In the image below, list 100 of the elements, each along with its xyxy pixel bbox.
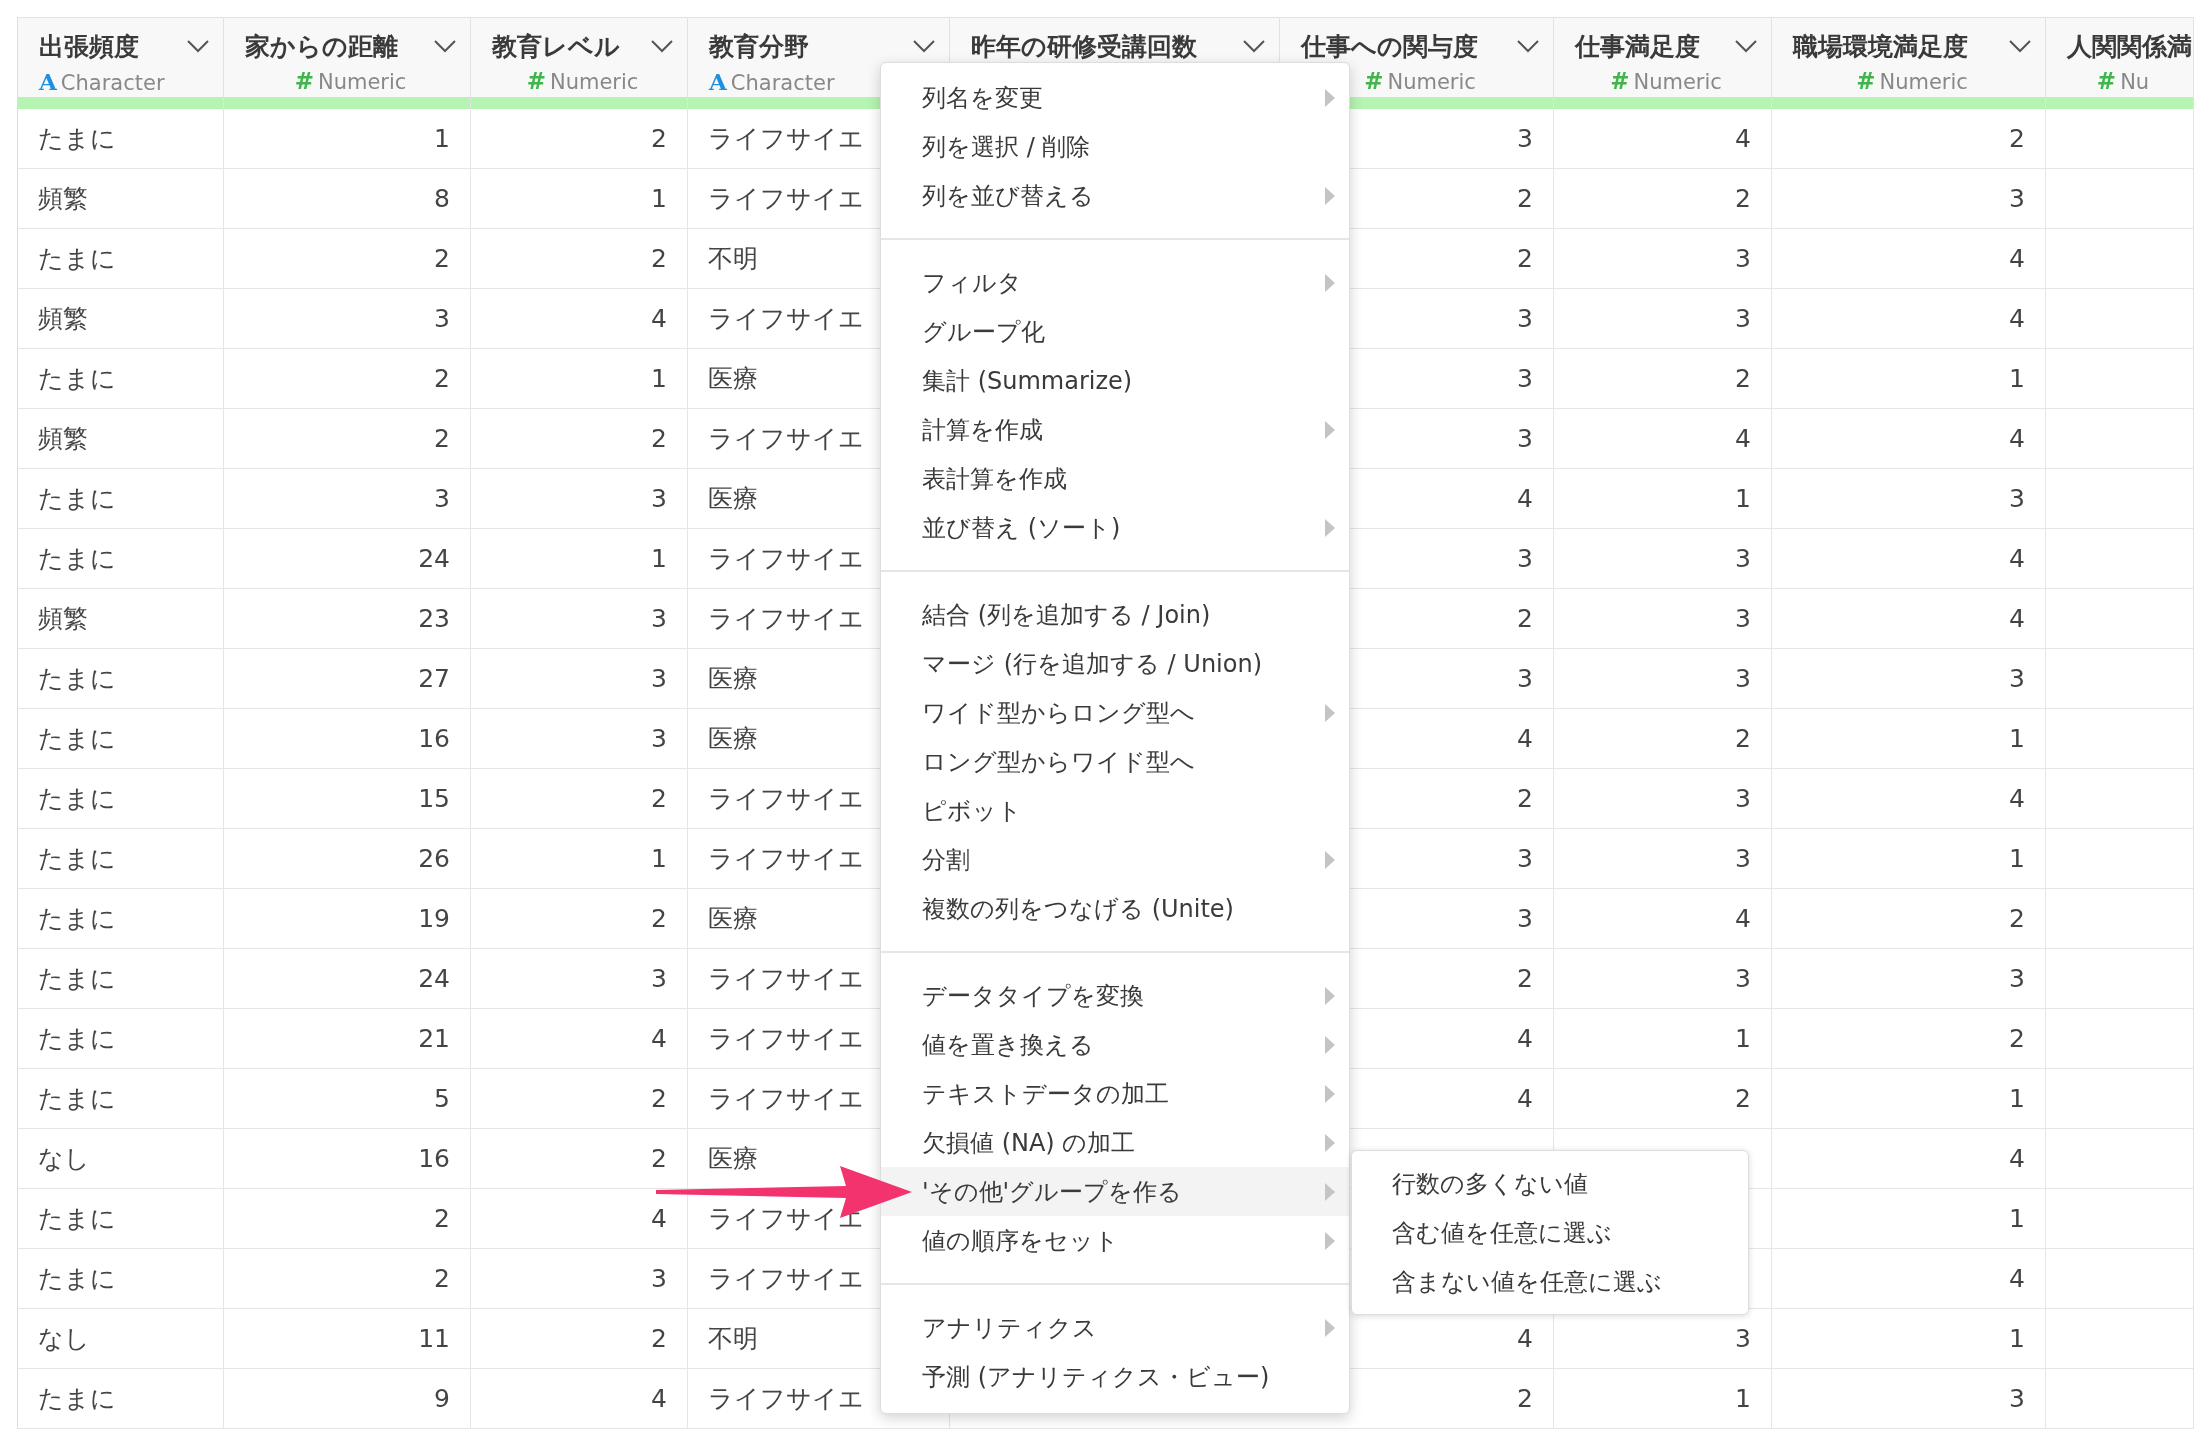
table-cell: 1 xyxy=(1772,1189,2046,1249)
table-cell: 19 xyxy=(224,889,471,949)
table-cell: 1 xyxy=(224,109,471,169)
table-cell: 3 xyxy=(224,469,471,529)
table-cell: たまに xyxy=(18,1249,224,1309)
table-cell: たまに xyxy=(18,769,224,829)
table-cell: 2 xyxy=(471,1309,688,1369)
table-cell: 2 xyxy=(224,229,471,289)
table-cell: 2 xyxy=(471,409,688,469)
column-name: 人関関係満 xyxy=(2067,30,2192,63)
column-name: 仕事満足度 xyxy=(1575,30,1700,63)
table-cell: 4 xyxy=(471,1009,688,1069)
table-cell: 3 xyxy=(1554,529,1772,589)
table-cell: 8 xyxy=(224,169,471,229)
table-cell: 2 xyxy=(471,889,688,949)
table-cell: たまに xyxy=(18,229,224,289)
table-cell: 1 xyxy=(1772,349,2046,409)
column-name: 家からの距離 xyxy=(245,30,398,63)
table-cell: 1 xyxy=(471,829,688,889)
table-cell: 3 xyxy=(471,709,688,769)
column-type: Numeric xyxy=(1879,70,1968,94)
table-cell: 4 xyxy=(1772,589,2046,649)
table-cell: 2 xyxy=(1554,1069,1772,1129)
table-cell: 頻繁 xyxy=(18,289,224,349)
table-cell: 4 xyxy=(1772,1129,2046,1189)
table-cell: 26 xyxy=(224,829,471,889)
table-cell: なし xyxy=(18,1309,224,1369)
table-cell: 1 xyxy=(471,169,688,229)
table-cell: たまに xyxy=(18,949,224,1009)
table-cell: 3 xyxy=(1554,829,1772,889)
table-cell: 9 xyxy=(224,1369,471,1429)
column-type: Character xyxy=(60,71,165,95)
type-icon: A xyxy=(709,68,727,95)
table-cell: 1 xyxy=(1554,1369,1772,1429)
table-cell: 1 xyxy=(1772,1069,2046,1129)
table-cell: 3 xyxy=(471,1249,688,1309)
column-name: 教育レベル xyxy=(492,30,620,63)
table-cell: 3 xyxy=(1554,229,1772,289)
column-name: 出張頻度 xyxy=(39,30,139,63)
table-cell: 頻繁 xyxy=(18,409,224,469)
table-cell: 1 xyxy=(471,349,688,409)
table-cell: 3 xyxy=(471,589,688,649)
table-cell: 21 xyxy=(224,1009,471,1069)
column-type: Character xyxy=(730,71,835,95)
table-cell: たまに xyxy=(18,349,224,409)
table-cell: 頻繁 xyxy=(18,169,224,229)
table-cell: 2 xyxy=(1772,1009,2046,1069)
table-cell: 24 xyxy=(224,949,471,1009)
table-cell: 5 xyxy=(224,1069,471,1129)
type-icon: A xyxy=(39,68,57,95)
type-icon: # xyxy=(2096,68,2117,94)
table-cell: たまに xyxy=(18,889,224,949)
column-type: Numeric xyxy=(317,70,407,94)
table-cell: 3 xyxy=(1772,469,2046,529)
table-cell: 2 xyxy=(471,109,688,169)
table-cell: 頻繁 xyxy=(18,589,224,649)
table-cell: 3 xyxy=(1554,949,1772,1009)
column-type: Numeric xyxy=(1387,70,1476,94)
table-cell: 2 xyxy=(1554,709,1772,769)
table-cell: 3 xyxy=(1772,949,2046,1009)
table-cell: 2 xyxy=(1554,169,1772,229)
table-cell: 3 xyxy=(471,949,688,1009)
table-cell: 4 xyxy=(1772,1249,2046,1309)
table-cell: 3 xyxy=(1772,649,2046,709)
table-cell: 3 xyxy=(1554,289,1772,349)
table-cell: 3 xyxy=(471,469,688,529)
table-cell: 2 xyxy=(224,409,471,469)
table-cell: たまに xyxy=(18,1369,224,1429)
table-cell: 4 xyxy=(1554,109,1772,169)
table-cell: 2 xyxy=(471,1069,688,1129)
table-cell: 1 xyxy=(1772,829,2046,889)
table-cell: 3 xyxy=(471,649,688,709)
table-cell: 4 xyxy=(1772,769,2046,829)
table-cell: 3 xyxy=(1772,169,2046,229)
type-icon: # xyxy=(294,68,314,94)
table-cell: たまに xyxy=(18,109,224,169)
table-cell: 2 xyxy=(224,349,471,409)
table-cell: 4 xyxy=(471,289,688,349)
table-cell: たまに xyxy=(18,829,224,889)
table-cell: 3 xyxy=(224,289,471,349)
column-type: Nu xyxy=(2120,70,2150,94)
table-cell: なし xyxy=(18,1129,224,1189)
table-cell: 16 xyxy=(224,709,471,769)
table-cell: たまに xyxy=(18,1009,224,1069)
table-cell: 1 xyxy=(1554,469,1772,529)
column-type: Numeric xyxy=(549,70,639,94)
column-name: 教育分野 xyxy=(709,30,809,63)
table-cell: 2 xyxy=(1772,889,2046,949)
table-cell: 2 xyxy=(224,1249,471,1309)
table-cell: 4 xyxy=(1772,229,2046,289)
table-cell: 3 xyxy=(1554,589,1772,649)
table-cell: 4 xyxy=(1772,409,2046,469)
table-cell: 2 xyxy=(1554,349,1772,409)
table-cell: 1 xyxy=(1772,709,2046,769)
type-icon: # xyxy=(1364,68,1384,94)
table-cell: たまに xyxy=(18,469,224,529)
column-type: Numeric xyxy=(1633,70,1722,94)
table-cell: 2 xyxy=(471,229,688,289)
table-cell: たまに xyxy=(18,709,224,769)
table-cell: たまに xyxy=(18,1189,224,1249)
